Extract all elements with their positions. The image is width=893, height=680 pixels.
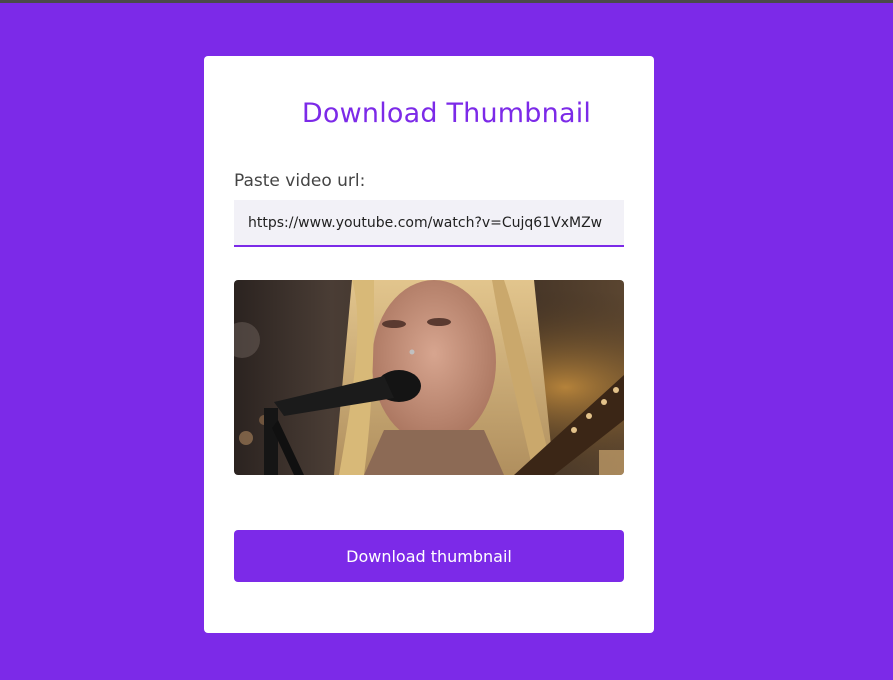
url-label: Paste video url:	[234, 171, 366, 191]
download-thumbnail-button[interactable]: Download thumbnail	[234, 530, 624, 582]
window-top-border	[0, 0, 893, 3]
thumbnail-preview	[234, 280, 624, 475]
video-url-input[interactable]	[234, 200, 624, 247]
page-title: Download Thumbnail	[301, 98, 592, 129]
thumbnail-image	[234, 280, 624, 475]
